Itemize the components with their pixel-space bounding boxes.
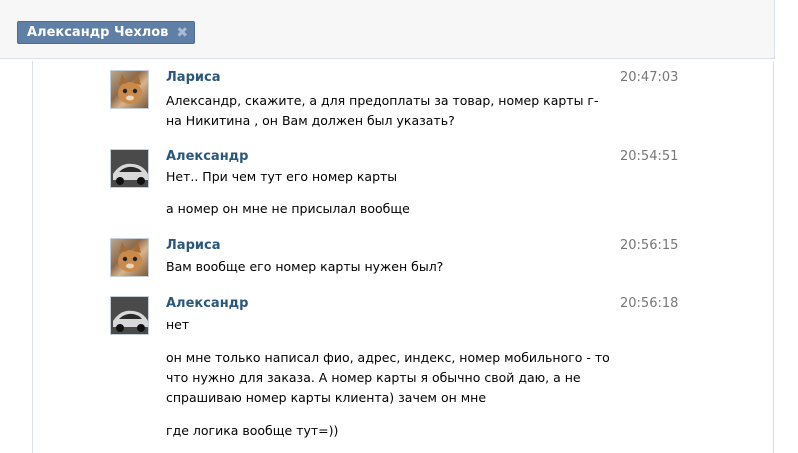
message-author[interactable]: Александр <box>166 296 249 311</box>
message-text: где логика вообще тут=)) <box>166 423 339 438</box>
message-text: Вам вообще его номер карты нужен был? <box>166 259 444 274</box>
cat-photo-icon <box>118 242 142 272</box>
avatar[interactable] <box>110 149 149 188</box>
message-item: Лариса 20:56:15 Вам вообще его номер кар… <box>33 229 773 289</box>
dialog-tab[interactable]: Александр Чехлов ✖ <box>17 21 196 44</box>
message-time: 20:56:18 <box>620 296 679 311</box>
message-text: нет <box>166 317 190 332</box>
avatar[interactable] <box>110 238 149 277</box>
avatar[interactable] <box>110 296 149 335</box>
message-text: Нет.. При чем тут его номер карты <box>166 169 398 184</box>
message-author[interactable]: Александр <box>166 149 249 164</box>
message-author[interactable]: Лариса <box>166 238 220 253</box>
cat-photo-icon <box>118 74 142 104</box>
dialog-tab-label: Александр Чехлов <box>27 25 169 40</box>
message-item: Александр 20:54:51 Нет.. При чем тут его… <box>33 140 773 230</box>
message-item: Александр 20:56:18 нет он мне только нап… <box>33 287 773 453</box>
avatar[interactable] <box>110 70 149 109</box>
message-author[interactable]: Лариса <box>166 70 220 85</box>
message-time: 20:54:51 <box>620 149 679 164</box>
close-icon[interactable]: ✖ <box>176 26 188 40</box>
message-history: Лариса 20:47:03 Александр, скажите, а дл… <box>32 61 774 453</box>
message-text: а номер он мне не присылал вообще <box>166 201 410 216</box>
message-time: 20:56:15 <box>620 238 679 253</box>
message-item: Лариса 20:47:03 Александр, скажите, а дл… <box>33 61 773 141</box>
message-text: Александр, скажите, а для предоплаты за … <box>166 93 599 128</box>
car-photo-icon <box>111 297 148 334</box>
message-text: он мне только написал фио, адрес, индекс… <box>166 350 610 405</box>
dialog-header: Александр Чехлов ✖ <box>0 0 775 59</box>
car-photo-icon <box>111 150 148 187</box>
message-time: 20:47:03 <box>620 70 679 85</box>
